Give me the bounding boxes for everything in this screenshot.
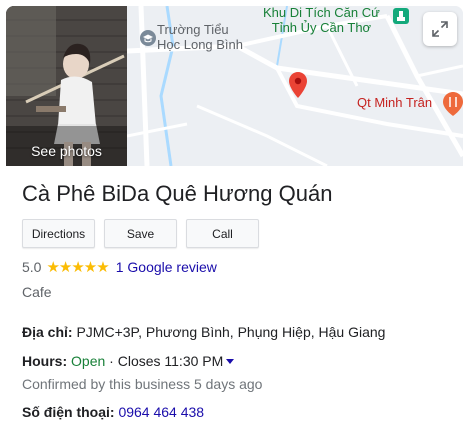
- map-label-restaurant: Qt Minh Trân: [357, 95, 433, 110]
- see-photos-label: See photos: [31, 143, 102, 159]
- hours-closes[interactable]: Closes 11:30 PM: [118, 353, 224, 369]
- hours-row: Hours: Open · Closes 11:30 PM: [22, 353, 235, 369]
- phone-row: Số điện thoại: 0964 464 438: [22, 404, 204, 420]
- review-link[interactable]: 1 Google review: [116, 259, 217, 275]
- fork-knife-icon: [443, 92, 463, 116]
- school-name-line2: Học Long Bình: [157, 37, 244, 52]
- hours-separator: ·: [109, 353, 114, 369]
- hours-dropdown-icon[interactable]: [226, 359, 235, 364]
- address-label: Địa chỉ:: [22, 324, 73, 340]
- graduation-cap-icon: [140, 30, 156, 46]
- rating-row: 5.0 ★★★★★ 1 Google review: [22, 258, 217, 276]
- save-button[interactable]: Save: [104, 219, 177, 248]
- hours-confirmed-note: Confirmed by this business 5 days ago: [22, 376, 263, 392]
- place-photo: [6, 6, 127, 166]
- panel-header: See photos Trường Tiểu Học Long Bình Khu…: [6, 6, 463, 166]
- address-row: Địa chỉ: PJMC+3P, Phương Bình, Phụng Hiệ…: [22, 324, 385, 340]
- directions-button[interactable]: Directions: [22, 219, 95, 248]
- school-name-line1: Trường Tiểu: [157, 22, 229, 37]
- monument-icon: [393, 8, 409, 24]
- map-pin-icon: [289, 72, 307, 98]
- map-label-monument: Khu Di Tích Căn Cứ Tỉnh Ủy Cần Thơ: [263, 6, 380, 35]
- rating-stars: ★★★★★: [46, 259, 109, 276]
- expand-map-button[interactable]: [423, 12, 457, 46]
- phone-link[interactable]: 0964 464 438: [118, 404, 204, 420]
- photo-thumbnail[interactable]: See photos: [6, 6, 127, 166]
- open-status: Open: [71, 353, 106, 369]
- expand-icon: [432, 21, 448, 37]
- call-button[interactable]: Call: [186, 219, 259, 248]
- place-title: Cà Phê BiDa Quê Hương Quán: [22, 181, 333, 206]
- phone-label: Số điện thoại:: [22, 404, 115, 420]
- monument-name-line2: Tỉnh Ủy Cần Thơ: [271, 20, 372, 35]
- knowledge-panel: See photos Trường Tiểu Học Long Bình Khu…: [0, 0, 469, 428]
- hours-label: Hours:: [22, 353, 68, 369]
- place-category: Cafe: [22, 284, 52, 300]
- address-value: PJMC+3P, Phương Bình, Phụng Hiệp, Hậu Gi…: [76, 324, 386, 340]
- rating-value: 5.0: [22, 259, 42, 275]
- map-thumbnail[interactable]: Trường Tiểu Học Long Bình Khu Di Tích Că…: [127, 6, 463, 166]
- map-label-school: Trường Tiểu Học Long Bình: [157, 22, 243, 52]
- monument-name-line1: Khu Di Tích Căn Cứ: [263, 6, 380, 20]
